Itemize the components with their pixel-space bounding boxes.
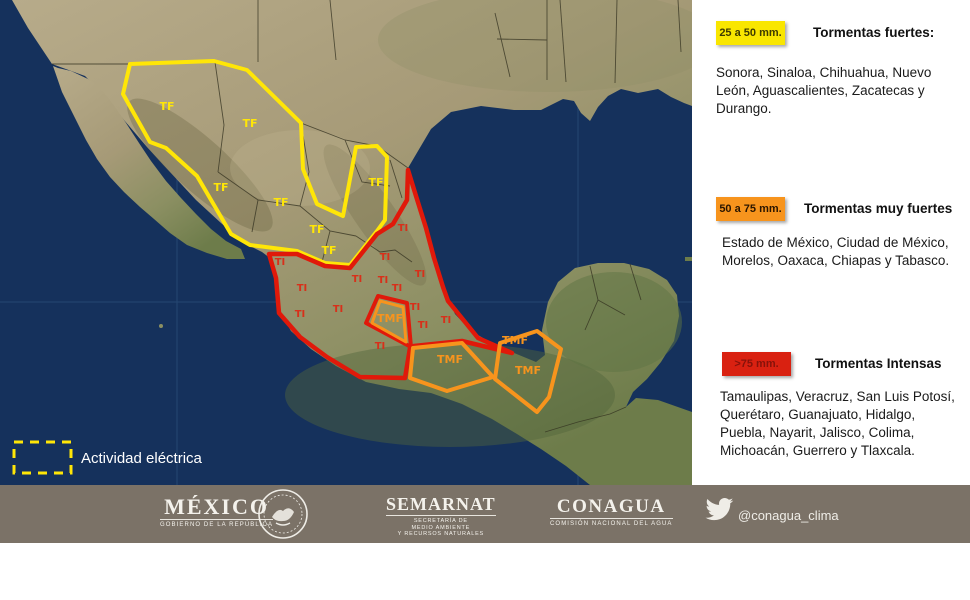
map-label-tmf: TMF [437,353,463,366]
storm-warning-screen: TF TF TF TF TF TF TF TI TI TI TI TI TI TI TI TI TI TI TI TI… [0,0,970,600]
twitter-section: @conagua_clima [704,497,839,528]
map-label-ti: TI [410,302,421,313]
island [159,324,163,328]
map-label-ti: TI [375,341,386,352]
semarnat-logo: SEMARNAT SECRETARÍA DE MEDIO AMBIENTE Y … [386,494,496,538]
rain-range-badge-yellow: 25 a 50 mm. [716,21,785,45]
divider [550,518,673,519]
map-label-tf: TF [309,223,324,236]
divider [386,515,496,516]
map-svg: TFTFTFTFTFTFTFTITITITI TITITITITI TI TITI TI… [0,0,692,485]
map-label-tf: TF [273,196,288,209]
map-label-tmf: TMF [377,312,403,325]
map-label-ti: TI [352,274,363,285]
map-label-ti: TI [418,320,429,331]
map-label-ti: TI [275,257,286,268]
map-label-ti: TI [333,304,344,315]
map-label-ti: TI [297,283,308,294]
map-label-tmf: TMF [502,334,528,347]
rain-range-badge-orange: 50 a 75 mm. [716,197,785,221]
map-label-tf: TF [159,100,174,113]
map-label-tf: TF [368,176,383,189]
storm-level-states: Sonora, Sinaloa, Chihuahua, Nuevo León, … [716,65,932,116]
conagua-logo-title: CONAGUA [556,496,666,517]
rain-range-badge-red: >75 mm. [722,352,791,376]
storm-level-title: Tormentas muy fuertes [804,201,953,216]
semarnat-subtitle-line: Y RECURSOS NATURALES [397,531,485,537]
mexico-satellite-map: TF TF TF TF TF TF TF TI TI TI TI TI TI TI TI TI TI TI TI TI… [0,0,692,485]
map-label-ti: TI [392,283,403,294]
storm-level-states: Tamaulipas, Veracruz, San Luis Potosí, Q… [720,389,955,458]
map-label-tf: TF [242,117,257,130]
map-label-tf: TF [213,181,228,194]
twitter-handle[interactable]: @conagua_clima [738,508,839,523]
storm-level-title: Tormentas Intensas [815,356,942,371]
storm-level-title: Tormentas fuertes: [813,25,935,40]
map-label-tf: TF [321,244,336,257]
conagua-logo-subtitle: COMISIÓN NACIONAL DEL AGUA [550,521,673,527]
map-label-tmf: TMF [515,364,541,377]
map-label-ti: TI [295,309,306,320]
bottom-white-strip [0,543,970,600]
map-label-ti: TI [415,269,426,280]
conagua-logo: CONAGUA COMISIÓN NACIONAL DEL AGUA [550,496,673,527]
map-label-ti: TI [398,223,409,234]
government-footer-bar: MÉXICO GOBIERNO DE LA REPÚBLICA SEMARNAT… [0,485,970,543]
island [685,257,692,261]
twitter-bird-icon[interactable] [704,497,734,523]
warning-legend-panel: 25 a 50 mm. Tormentas fuertes: Sonora, S… [692,0,970,485]
national-seal-icon [258,489,308,539]
storm-level-states: Estado de México, Ciudad de México, More… [722,235,950,268]
map-label-ti: TI [441,315,452,326]
map-label-ti: TI [380,252,391,263]
semarnat-logo-title: SEMARNAT [386,494,496,514]
map-label-ti: TI [378,275,389,286]
activity-legend-label: Actividad eléctrica [81,450,203,467]
